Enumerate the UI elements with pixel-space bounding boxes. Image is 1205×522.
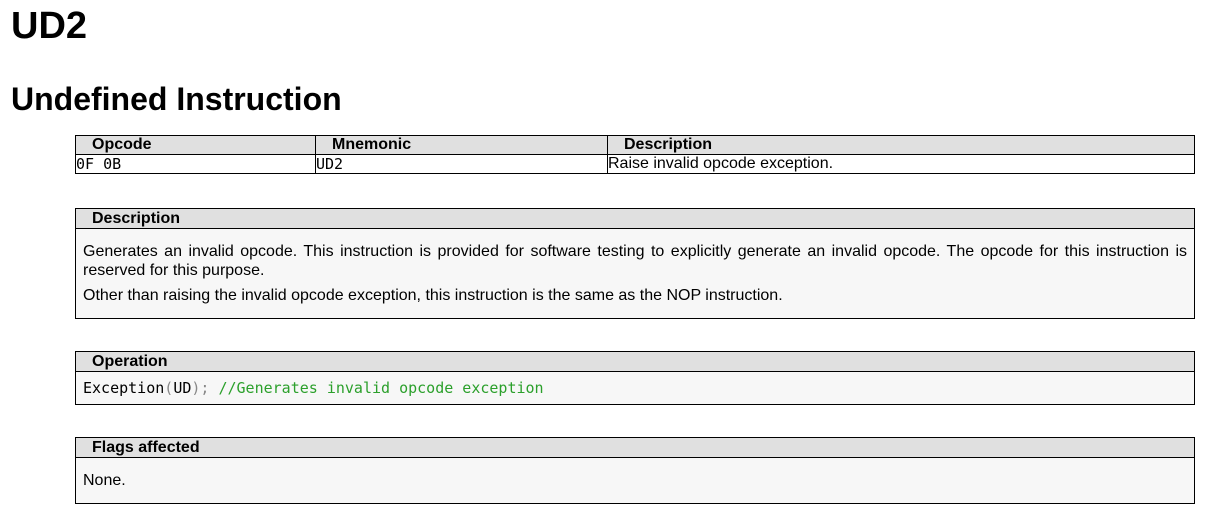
operation-heading: Operation: [76, 352, 1194, 372]
description-paragraph-1: Generates an invalid opcode. This instru…: [83, 243, 1187, 279]
opcode-cell: 0F 0B: [75, 154, 316, 174]
opcode-column-header: Opcode: [75, 135, 316, 155]
opcode-table-header-row: Opcode Mnemonic Description: [75, 135, 1195, 155]
mnemonic-cell: UD2: [315, 154, 608, 174]
code-close: );: [191, 379, 210, 397]
flags-heading: Flags affected: [76, 438, 1194, 458]
table-row: 0F 0B UD2 Raise invalid opcode exception…: [75, 154, 1195, 174]
flags-text: None.: [83, 472, 126, 489]
description-column-header: Description: [607, 135, 1195, 155]
code-open-paren: (: [164, 379, 174, 397]
description-section: Description Generates an invalid opcode.…: [75, 208, 1195, 319]
page-title: UD2: [11, 5, 88, 47]
operation-code: Exception(UD); //Generates invalid opcod…: [76, 372, 1194, 398]
mnemonic-column-header: Mnemonic: [315, 135, 608, 155]
description-heading: Description: [76, 209, 1194, 229]
code-function: Exception: [83, 379, 165, 397]
flags-section: Flags affected None.: [75, 437, 1195, 504]
description-paragraph-2: Other than raising the invalid opcode ex…: [83, 287, 783, 304]
opcode-table: Opcode Mnemonic Description 0F 0B UD2 Ra…: [75, 135, 1195, 174]
code-comment: //Generates invalid opcode exception: [218, 379, 544, 397]
code-argument: UD: [173, 379, 192, 397]
operation-section: Operation Exception(UD); //Generates inv…: [75, 351, 1195, 405]
description-cell: Raise invalid opcode exception.: [607, 154, 1195, 174]
page-subtitle: Undefined Instruction: [11, 81, 342, 117]
